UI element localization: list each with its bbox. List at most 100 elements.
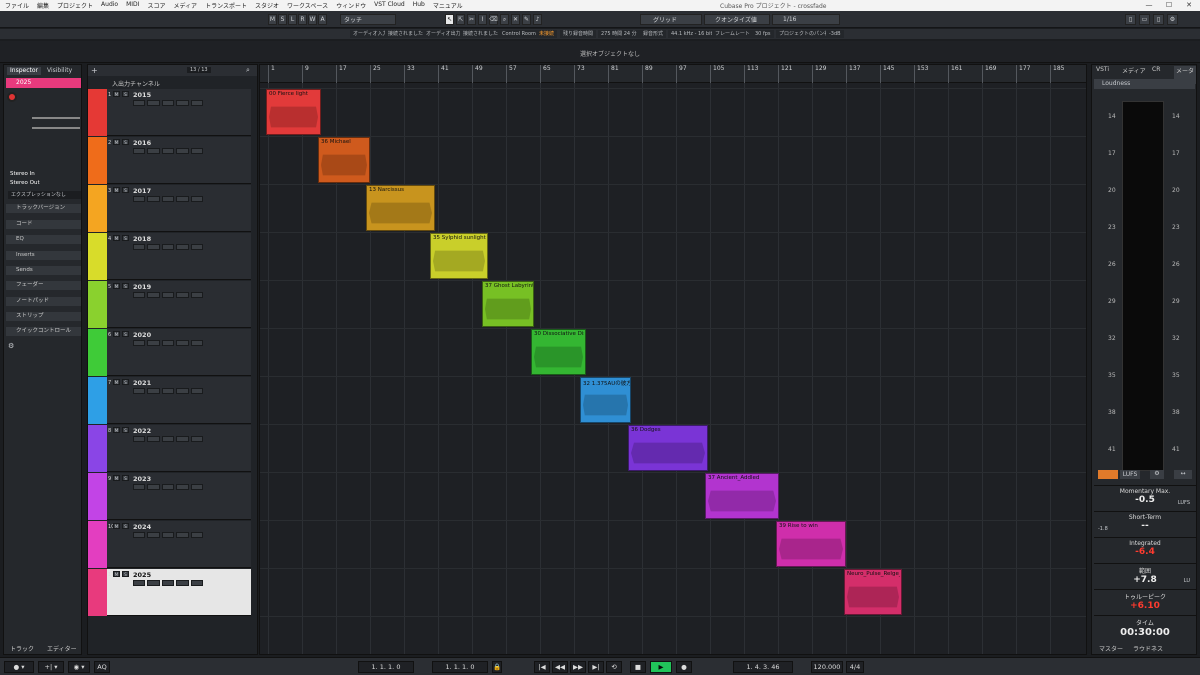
write-automation-button[interactable] bbox=[176, 580, 189, 586]
record-enable-button[interactable] bbox=[133, 532, 146, 538]
menu-window[interactable]: ウィンドウ bbox=[336, 1, 366, 10]
audio-event[interactable]: 00 Fierce light bbox=[266, 89, 321, 135]
track-controls[interactable] bbox=[133, 340, 204, 346]
meter-settings-icon[interactable]: ⚙ bbox=[1150, 470, 1164, 479]
section-fader[interactable]: フェーダー bbox=[6, 281, 81, 290]
section-strip[interactable]: ストリップ bbox=[6, 312, 81, 321]
track-name[interactable]: 2017 bbox=[133, 187, 151, 195]
metronome-icon[interactable]: ● ▾ bbox=[4, 661, 34, 673]
section-track-versions[interactable]: トラックバージョン bbox=[6, 204, 81, 213]
edit-button[interactable] bbox=[190, 148, 204, 154]
track-name[interactable]: 2025 bbox=[133, 571, 151, 579]
track-controls[interactable] bbox=[133, 580, 204, 586]
track-name[interactable]: 2020 bbox=[133, 331, 151, 339]
monitor-button[interactable] bbox=[147, 484, 160, 490]
rewind-icon[interactable]: ◀◀ bbox=[552, 661, 568, 673]
audio-event[interactable]: 35 Sylphid sunlight park bbox=[430, 233, 488, 279]
glue-tool-icon[interactable]: ⌇ bbox=[478, 14, 487, 25]
tab-visibility[interactable]: Visibility bbox=[44, 67, 75, 75]
go-to-start-icon[interactable]: |◀ bbox=[534, 661, 550, 673]
audio-event[interactable]: 36 Michael bbox=[318, 137, 370, 183]
edit-button[interactable] bbox=[190, 388, 204, 394]
write-automation-button[interactable] bbox=[176, 148, 189, 154]
read-automation-button[interactable] bbox=[161, 340, 175, 346]
track-name[interactable]: 2019 bbox=[133, 283, 151, 291]
inspector-track-name[interactable]: 2025 bbox=[6, 78, 81, 88]
layout-right-icon[interactable]: ▯ bbox=[1153, 14, 1164, 25]
monitor-button[interactable] bbox=[147, 388, 160, 394]
automation-button[interactable]: A bbox=[318, 14, 327, 25]
menu-workspace[interactable]: ワークスペース bbox=[287, 1, 328, 10]
time-display-icon[interactable]: +| ▾ bbox=[38, 661, 64, 673]
settings-icon[interactable]: ⚙ bbox=[1167, 14, 1178, 25]
menu-score[interactable]: スコア bbox=[147, 1, 165, 10]
monitor-button[interactable] bbox=[147, 532, 160, 538]
solo-button[interactable]: S bbox=[122, 571, 129, 577]
section-inserts[interactable]: Inserts bbox=[6, 251, 81, 260]
read-automation-button[interactable] bbox=[161, 532, 175, 538]
edit-button[interactable] bbox=[190, 196, 204, 202]
section-notepad[interactable]: ノートパッド bbox=[6, 297, 81, 306]
track-name[interactable]: 2022 bbox=[133, 427, 151, 435]
record-enable-button[interactable] bbox=[133, 340, 146, 346]
audio-event[interactable]: 37 Ghost Labyrinth bbox=[482, 281, 534, 327]
track-name[interactable]: 2021 bbox=[133, 379, 151, 387]
tab-cr[interactable]: CR bbox=[1152, 66, 1160, 73]
signature-display[interactable]: 4/4 bbox=[846, 661, 864, 673]
draw-tool-icon[interactable]: ✎ bbox=[522, 14, 531, 25]
pan-slider[interactable] bbox=[32, 127, 80, 129]
tab-loudness[interactable]: ラウドネス bbox=[1133, 644, 1163, 653]
read-automation-button[interactable] bbox=[161, 100, 175, 106]
audio-event[interactable]: 13 Narcissus bbox=[366, 185, 435, 231]
edit-button[interactable] bbox=[190, 292, 204, 298]
expression-select[interactable]: エクスプレッションなし bbox=[8, 191, 81, 199]
automation-mode-select[interactable]: タッチ bbox=[340, 14, 396, 25]
mute-button[interactable]: M bbox=[113, 91, 120, 97]
mute-tool-icon[interactable]: ✕ bbox=[511, 14, 520, 25]
menu-file[interactable]: ファイル bbox=[5, 1, 29, 10]
maximize-button[interactable]: ☐ bbox=[1160, 0, 1178, 11]
mute-button[interactable]: M bbox=[113, 235, 120, 241]
track-row[interactable]: 1 M S 2015 bbox=[88, 89, 251, 136]
monitor-button[interactable] bbox=[147, 196, 160, 202]
mute-button[interactable]: M bbox=[113, 283, 120, 289]
quantize-type-select[interactable]: クオンタイズ値 bbox=[704, 14, 770, 25]
record-enable-button[interactable] bbox=[133, 388, 146, 394]
tab-track[interactable]: トラック bbox=[10, 644, 34, 653]
write-automation-button[interactable] bbox=[176, 532, 189, 538]
audio-event[interactable]: 30 Dissociative Disord bbox=[531, 329, 586, 375]
read-automation-button[interactable] bbox=[161, 196, 175, 202]
solo-button[interactable]: S bbox=[122, 475, 129, 481]
monitor-button[interactable] bbox=[147, 436, 160, 442]
write-automation-button[interactable] bbox=[176, 388, 189, 394]
record-enable-button[interactable] bbox=[133, 292, 146, 298]
track-row[interactable]: 3 M S 2017 bbox=[88, 185, 251, 232]
track-row[interactable]: 9 M S 2023 bbox=[88, 473, 251, 520]
monitor-button[interactable] bbox=[147, 100, 160, 106]
aq-button[interactable]: AQ bbox=[94, 661, 110, 673]
track-row[interactable]: 7 M S 2021 bbox=[88, 377, 251, 424]
monitor-button[interactable] bbox=[147, 148, 160, 154]
tab-vsti[interactable]: VSTi bbox=[1096, 66, 1109, 73]
audio-event[interactable]: Neuro_Pulse_Relge_1 bbox=[844, 569, 902, 615]
menu-project[interactable]: プロジェクト bbox=[57, 1, 93, 10]
menu-audio[interactable]: Audio bbox=[101, 1, 118, 10]
go-to-end-icon[interactable]: ▶| bbox=[588, 661, 604, 673]
record-enable-button[interactable] bbox=[133, 196, 146, 202]
read-mode-button[interactable]: R bbox=[298, 14, 307, 25]
play-tool-icon[interactable]: ♪ bbox=[533, 14, 542, 25]
menu-transport[interactable]: トランスポート bbox=[205, 1, 247, 10]
split-tool-icon[interactable]: ✂ bbox=[467, 14, 476, 25]
mute-button[interactable]: M bbox=[113, 139, 120, 145]
solo-button[interactable]: S bbox=[122, 379, 129, 385]
listen-mode-button[interactable]: L bbox=[288, 14, 297, 25]
audio-event[interactable]: 37 Ancient_Addled bbox=[705, 473, 779, 519]
monitor-button[interactable] bbox=[147, 580, 160, 586]
mute-button[interactable]: M bbox=[113, 571, 120, 577]
mute-button[interactable]: M bbox=[113, 475, 120, 481]
read-automation-button[interactable] bbox=[161, 484, 175, 490]
right-locator[interactable]: 1. 1. 1. 0 bbox=[432, 661, 488, 673]
ruler[interactable]: 1 9 17 25 33 41 49 57 65 73 81 89 97 105 113 121 129 137 1… bbox=[260, 65, 1086, 83]
audio-event[interactable]: 32 1.375AUの彼方へ bbox=[580, 377, 631, 423]
inspector-settings-icon[interactable]: ⚙ bbox=[8, 342, 14, 350]
